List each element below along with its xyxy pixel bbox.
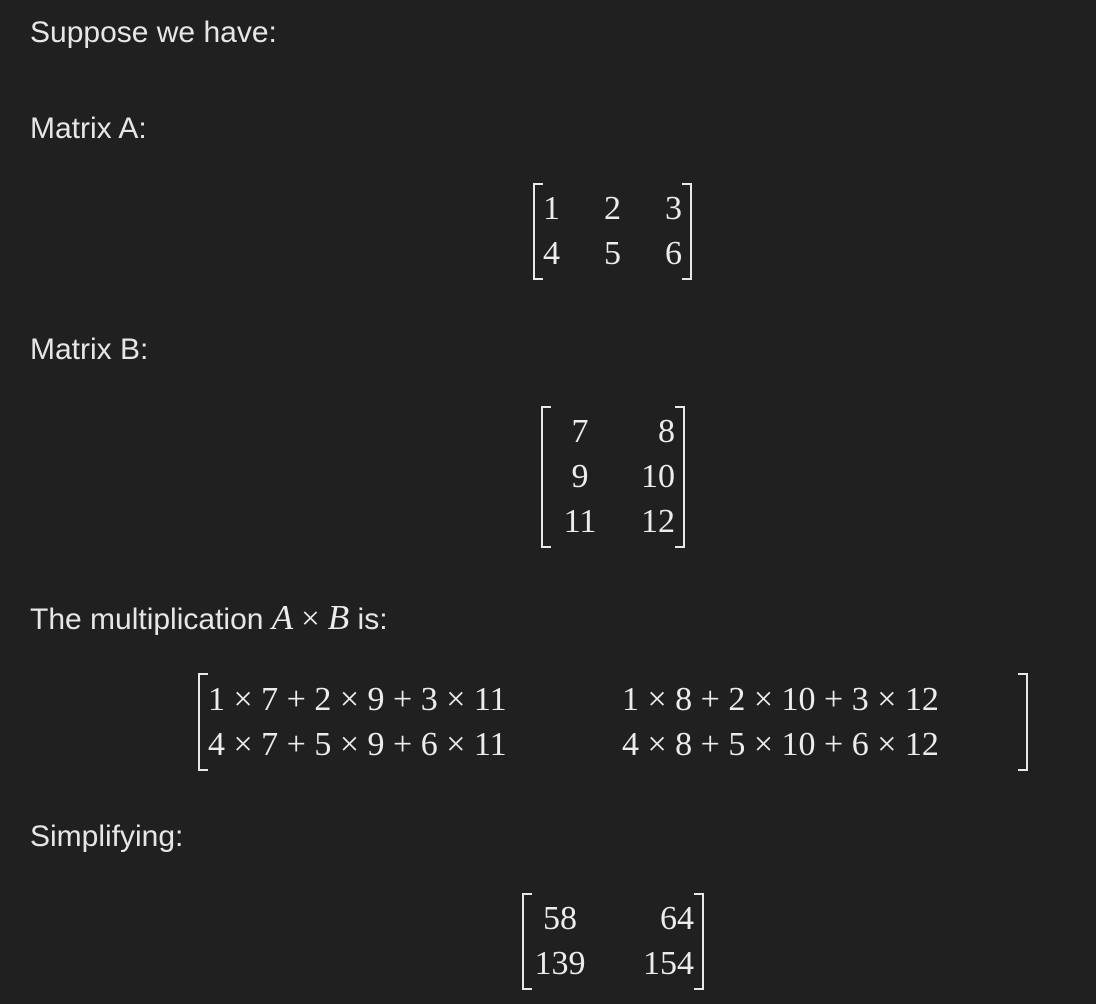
result-cell: 58 — [543, 900, 577, 938]
matrix-a-grid: 1 2 3 4 5 6 — [543, 183, 682, 280]
intro-text: Suppose we have: — [30, 18, 277, 48]
result-cell: 64 — [660, 900, 694, 938]
matrix-a-cell: 5 — [603, 234, 621, 272]
matrix-a-symbol: A — [271, 598, 294, 637]
matrix-a-left-bracket — [533, 183, 543, 280]
simplifying-text: Simplifying: — [30, 820, 184, 853]
matrix-b-cell: 9 — [571, 457, 589, 495]
product-cell: 4 × 8 + 5 × 10 + 6 × 12 — [622, 725, 939, 763]
matrix-b: 7 8 9 10 11 12 — [541, 406, 685, 548]
matrix-b-text: Matrix B: — [30, 333, 149, 366]
matrix-a-label: Matrix A: — [30, 114, 147, 144]
matrix-b-left-bracket — [541, 406, 551, 548]
matrix-b-cell: 8 — [658, 413, 675, 451]
matrix-a-cell: 3 — [664, 190, 682, 228]
matrix-a-cell: 6 — [664, 234, 682, 272]
matrix-b-cell: 11 — [563, 502, 597, 540]
product-expanded-matrix: 1 × 7 + 2 × 9 + 3 × 11 1 × 8 + 2 × 10 + … — [198, 673, 1028, 771]
product-grid: 1 × 7 + 2 × 9 + 3 × 11 1 × 8 + 2 × 10 + … — [208, 673, 1018, 771]
matrix-a-text: Matrix A: — [30, 112, 147, 145]
multiplication-prefix: The multiplication — [30, 603, 272, 636]
matrix-b-grid: 7 8 9 10 11 12 — [551, 406, 675, 548]
simplifying-label: Simplifying: — [30, 822, 183, 852]
matrix-b-label: Matrix B: — [30, 335, 148, 365]
product-left-bracket — [198, 673, 208, 771]
matrix-b-right-bracket — [675, 406, 685, 548]
times-symbol: × — [301, 601, 320, 637]
product-cell: 1 × 7 + 2 × 9 + 3 × 11 — [208, 680, 507, 718]
matrix-b-cell: 12 — [641, 502, 675, 540]
product-right-bracket — [1018, 673, 1028, 771]
product-cell: 4 × 7 + 5 × 9 + 6 × 11 — [208, 725, 507, 763]
result-cell: 139 — [534, 944, 586, 982]
multiplication-text: The multiplication A × B is: — [30, 600, 388, 636]
result-grid: 58 64 139 154 — [532, 893, 695, 990]
result-cell: 154 — [643, 944, 694, 982]
multiplication-expression: A × B — [272, 598, 349, 637]
matrix-a-cell: 1 — [543, 190, 560, 228]
matrix-a-cell: 2 — [603, 190, 621, 228]
result-right-bracket — [694, 893, 704, 990]
matrix-b-cell: 10 — [641, 457, 675, 495]
multiplication-suffix: is: — [349, 603, 388, 636]
product-cell: 1 × 8 + 2 × 10 + 3 × 12 — [622, 680, 939, 718]
matrix-b-symbol: B — [327, 598, 350, 637]
matrix-a-right-bracket — [682, 183, 692, 280]
result-left-bracket — [522, 893, 532, 990]
matrix-b-cell: 7 — [571, 413, 589, 451]
matrix-a: 1 2 3 4 5 6 — [533, 183, 692, 280]
result-matrix: 58 64 139 154 — [522, 893, 704, 990]
intro-label: Suppose we have: — [30, 16, 277, 49]
matrix-a-cell: 4 — [543, 234, 560, 272]
